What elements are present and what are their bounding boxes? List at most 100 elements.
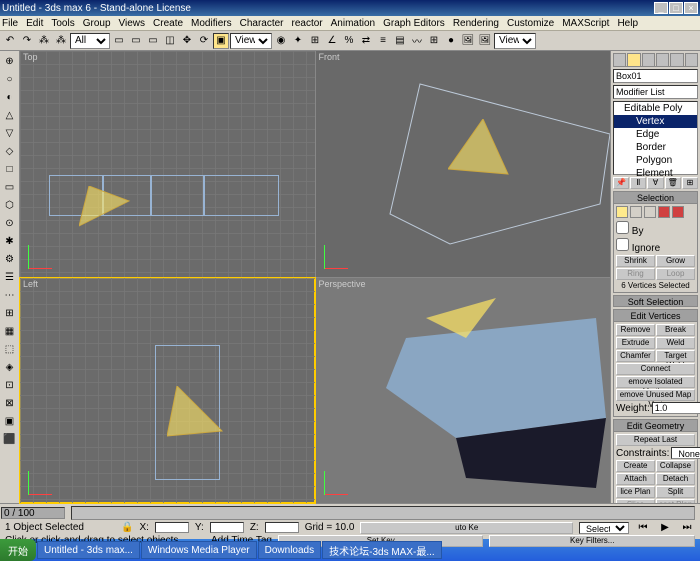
menu-views[interactable]: Views xyxy=(119,18,146,29)
tool-icon[interactable]: ⊞ xyxy=(2,305,18,321)
menu-edit[interactable]: Edit xyxy=(26,18,43,29)
tool-icon[interactable]: ▭ xyxy=(2,179,18,195)
split-button[interactable]: Split xyxy=(656,486,695,498)
subobj-edge-button[interactable] xyxy=(630,206,642,218)
time-slider[interactable] xyxy=(71,506,695,520)
constraints-dropdown[interactable]: None xyxy=(671,447,700,459)
target-weld-button[interactable]: Target Weld xyxy=(656,350,695,362)
link-button[interactable]: ⁂ xyxy=(36,33,52,49)
break-button[interactable]: Break xyxy=(656,324,695,336)
layers-button[interactable]: ▤ xyxy=(392,33,408,49)
percent-snap-button[interactable]: % xyxy=(341,33,357,49)
angle-snap-button[interactable]: ∠ xyxy=(324,33,340,49)
remove-mod-button[interactable]: 🗑 xyxy=(665,177,681,189)
menu-grapheditors[interactable]: Graph Editors xyxy=(383,18,445,29)
shrink-button[interactable]: Shrink xyxy=(616,255,655,267)
tool-icon[interactable]: ▣ xyxy=(2,413,18,429)
tab-utilities[interactable] xyxy=(685,53,698,67)
show-result-button[interactable]: Ⅱ xyxy=(630,177,646,189)
remove-isolated-button[interactable]: emove Isolated Vertice xyxy=(616,376,695,388)
menu-group[interactable]: Group xyxy=(83,18,111,29)
select-name-button[interactable]: ▭ xyxy=(128,33,144,49)
tool-icon[interactable]: ⬛ xyxy=(2,431,18,447)
remove-unused-button[interactable]: emove Unused Map Vert xyxy=(616,389,695,401)
weld-button[interactable]: Weld xyxy=(656,337,695,349)
center-button[interactable]: ◉ xyxy=(273,33,289,49)
tab-create[interactable] xyxy=(613,53,626,67)
viewport-left[interactable]: Left xyxy=(20,278,315,504)
stack-polygon[interactable]: Polygon xyxy=(614,154,697,167)
stack-edge[interactable]: Edge xyxy=(614,128,697,141)
subobj-polygon-button[interactable] xyxy=(658,206,670,218)
scale-button[interactable]: ▣ xyxy=(213,33,229,49)
menu-help[interactable]: Help xyxy=(617,18,638,29)
subobj-element-button[interactable] xyxy=(672,206,684,218)
tool-icon[interactable]: △ xyxy=(2,107,18,123)
modifier-list-dropdown[interactable]: Modifier List xyxy=(613,85,698,99)
lock-icon[interactable]: 🔒 xyxy=(121,522,133,533)
maximize-button[interactable]: □ xyxy=(669,2,683,14)
pin-stack-button[interactable]: 📌 xyxy=(613,177,629,189)
connect-button[interactable]: Connect xyxy=(616,363,695,375)
tool-icon[interactable]: ◈ xyxy=(2,359,18,375)
object-name-field[interactable]: Box01 xyxy=(613,69,698,83)
minimize-button[interactable]: _ xyxy=(654,2,668,14)
attach-button[interactable]: Attach xyxy=(616,473,655,485)
window-crossing-button[interactable]: ◫ xyxy=(162,33,178,49)
rollout-soft-selection[interactable]: Soft Selection xyxy=(613,295,698,307)
menu-rendering[interactable]: Rendering xyxy=(453,18,499,29)
rollout-selection[interactable]: Selection xyxy=(614,192,697,204)
manip-button[interactable]: ✦ xyxy=(290,33,306,49)
tool-icon[interactable]: ⊠ xyxy=(2,395,18,411)
rotate-button[interactable]: ⟳ xyxy=(196,33,212,49)
slice-plane-button[interactable]: lice Plan xyxy=(616,486,655,498)
play-button[interactable]: ▶ xyxy=(657,520,673,536)
redo-button[interactable]: ↷ xyxy=(19,33,35,49)
menu-file[interactable]: File xyxy=(2,18,18,29)
tool-icon[interactable]: ⊙ xyxy=(2,215,18,231)
tool-icon[interactable]: ▽ xyxy=(2,125,18,141)
loop-button[interactable]: Loop xyxy=(656,268,695,280)
extrude-button[interactable]: Extrude xyxy=(616,337,655,349)
viewport-perspective[interactable]: Perspective xyxy=(316,278,611,504)
tool-icon[interactable]: ☰ xyxy=(2,269,18,285)
rollout-edit-geometry[interactable]: Edit Geometry xyxy=(614,420,697,432)
y-spinner[interactable] xyxy=(210,522,244,533)
unlink-button[interactable]: ⁂ xyxy=(53,33,69,49)
rollout-edit-vertices[interactable]: Edit Vertices xyxy=(614,310,697,322)
repeat-last-button[interactable]: Repeat Last xyxy=(616,434,695,446)
subobj-border-button[interactable] xyxy=(644,206,656,218)
key-mode-dropdown[interactable]: Selected xyxy=(579,522,629,534)
detach-button[interactable]: Detach xyxy=(656,473,695,485)
remove-button[interactable]: Remove xyxy=(616,324,655,336)
menu-maxscript[interactable]: MAXScript xyxy=(562,18,609,29)
task-item[interactable]: 技术论坛-3ds MAX-最... xyxy=(322,541,442,559)
align-button[interactable]: ≡ xyxy=(375,33,391,49)
select-region-button[interactable]: ▭ xyxy=(145,33,161,49)
reactor-icon[interactable]: ⊕ xyxy=(2,53,18,69)
slice-button[interactable]: Slice xyxy=(616,499,655,503)
reset-plane-button[interactable]: eset Plan xyxy=(656,499,695,503)
ref-coord-dropdown[interactable]: View xyxy=(230,33,272,49)
menu-tools[interactable]: Tools xyxy=(51,18,74,29)
collapse-button[interactable]: Collapse xyxy=(656,460,695,472)
schematic-button[interactable]: ⊞ xyxy=(426,33,442,49)
tool-icon[interactable]: ○ xyxy=(2,71,18,87)
play-next-button[interactable]: ⏭ xyxy=(679,520,695,536)
menu-character[interactable]: Character xyxy=(240,18,284,29)
configure-button[interactable]: ⊞ xyxy=(682,177,698,189)
tab-modify[interactable] xyxy=(627,53,640,67)
tool-icon[interactable]: ⊡ xyxy=(2,377,18,393)
unique-button[interactable]: ∀ xyxy=(647,177,663,189)
tab-hierarchy[interactable] xyxy=(642,53,655,67)
stack-border[interactable]: Border xyxy=(614,141,697,154)
mirror-button[interactable]: ⇄ xyxy=(358,33,374,49)
select-button[interactable]: ▭ xyxy=(111,33,127,49)
tool-icon[interactable]: ⬚ xyxy=(2,341,18,357)
close-button[interactable]: × xyxy=(684,2,698,14)
auto-key-button[interactable]: uto Ke xyxy=(360,522,573,534)
tool-icon[interactable]: ⚙ xyxy=(2,251,18,267)
modifier-stack[interactable]: Editable Poly Vertex Edge Border Polygon… xyxy=(613,101,698,175)
tool-icon[interactable]: ⋯ xyxy=(2,287,18,303)
menu-customize[interactable]: Customize xyxy=(507,18,554,29)
